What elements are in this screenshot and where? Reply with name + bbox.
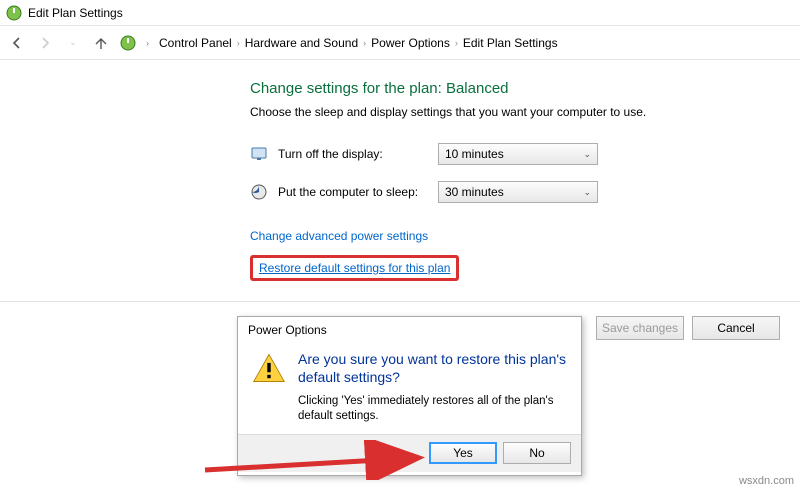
chevron-right-icon: › [363, 38, 366, 48]
watermark: wsxdn.com [739, 475, 794, 487]
chevron-right-icon: › [146, 38, 149, 48]
arrow-up-icon [93, 35, 109, 51]
confirm-dialog: Power Options Are you sure you want to r… [237, 316, 582, 476]
link-restore-defaults[interactable]: Restore default settings for this plan [259, 261, 450, 275]
dialog-heading: Are you sure you want to restore this pl… [298, 351, 567, 386]
dialog-title: Power Options [238, 317, 581, 343]
titlebar: Edit Plan Settings [0, 0, 800, 26]
back-button[interactable] [8, 34, 26, 52]
footer-buttons: Save changes Cancel [596, 316, 780, 340]
chevron-right-icon: › [237, 38, 240, 48]
window-title: Edit Plan Settings [28, 6, 123, 20]
crumb-hardware-sound[interactable]: Hardware and Sound [245, 36, 358, 50]
power-options-icon [120, 35, 136, 51]
save-changes-button[interactable]: Save changes [596, 316, 684, 340]
no-button[interactable]: No [503, 442, 571, 464]
navbar: ⌄ › Control Panel › Hardware and Sound ›… [0, 26, 800, 60]
dropdown-value: 30 minutes [445, 185, 504, 199]
power-options-icon [6, 5, 22, 21]
dropdown-sleep[interactable]: 30 minutes ⌄ [438, 181, 598, 203]
row-sleep: Put the computer to sleep: 30 minutes ⌄ [250, 181, 800, 203]
cancel-button[interactable]: Cancel [692, 316, 780, 340]
dropdown-value: 10 minutes [445, 147, 504, 161]
warning-icon [252, 351, 286, 385]
crumb-edit-plan[interactable]: Edit Plan Settings [463, 36, 558, 50]
arrow-right-icon [37, 35, 53, 51]
chevron-down-icon: ⌄ [583, 187, 591, 198]
label-sleep: Put the computer to sleep: [278, 185, 438, 199]
yes-button[interactable]: Yes [429, 442, 497, 464]
separator [0, 301, 800, 302]
recent-button[interactable]: ⌄ [64, 34, 82, 52]
label-display-off: Turn off the display: [278, 147, 438, 161]
page-description: Choose the sleep and display settings th… [250, 105, 800, 119]
dialog-footer: Yes No [238, 434, 581, 472]
annotation-highlight: Restore default settings for this plan [250, 255, 459, 281]
chevron-down-icon: ⌄ [583, 149, 591, 160]
content-area: Change settings for the plan: Balanced C… [0, 60, 800, 291]
chevron-right-icon: › [455, 38, 458, 48]
breadcrumb: Control Panel › Hardware and Sound › Pow… [159, 36, 558, 50]
arrow-left-icon [9, 35, 25, 51]
row-display-off: Turn off the display: 10 minutes ⌄ [250, 143, 800, 165]
up-button[interactable] [92, 34, 110, 52]
display-icon [250, 145, 268, 163]
dialog-message: Clicking 'Yes' immediately restores all … [298, 394, 567, 424]
sleep-icon [250, 183, 268, 201]
dialog-body: Are you sure you want to restore this pl… [238, 343, 581, 434]
link-advanced-settings[interactable]: Change advanced power settings [250, 229, 428, 243]
forward-button[interactable] [36, 34, 54, 52]
crumb-power-options[interactable]: Power Options [371, 36, 450, 50]
page-heading: Change settings for the plan: Balanced [250, 80, 800, 97]
dropdown-display-off[interactable]: 10 minutes ⌄ [438, 143, 598, 165]
crumb-control-panel[interactable]: Control Panel [159, 36, 232, 50]
